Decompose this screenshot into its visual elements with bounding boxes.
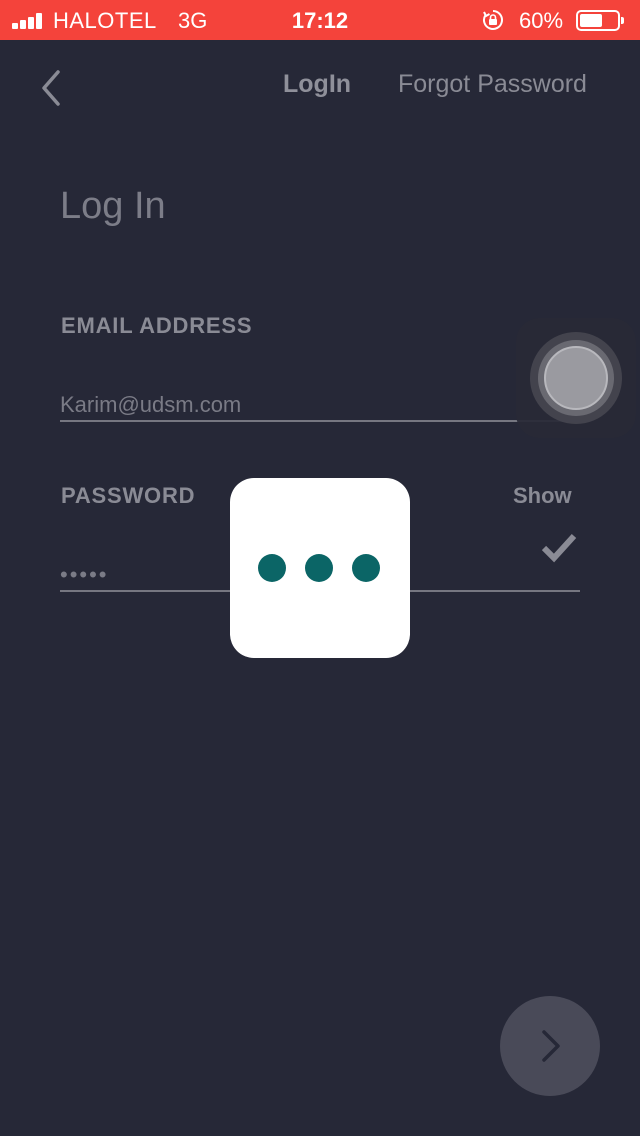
status-bar: HALOTEL 3G 17:12 60% [0, 0, 640, 40]
loading-dot [305, 554, 333, 582]
rotation-lock-icon [483, 10, 503, 30]
tab-forgot-password[interactable]: Forgot Password [398, 70, 587, 99]
loading-dot [258, 554, 286, 582]
show-password-toggle[interactable]: Show [513, 483, 572, 509]
checkmark-icon [541, 533, 577, 563]
email-field[interactable] [60, 390, 580, 422]
page-title: Log In [60, 185, 166, 227]
email-label: EMAIL ADDRESS [61, 313, 253, 338]
battery-icon [576, 10, 624, 31]
chevron-right-icon [542, 1030, 560, 1062]
battery-percentage: 60% [519, 8, 564, 33]
chevron-left-icon [42, 70, 60, 106]
tab-login[interactable]: LogIn [283, 70, 351, 99]
password-label: PASSWORD [61, 483, 196, 508]
loading-dot [352, 554, 380, 582]
back-button[interactable] [36, 66, 68, 110]
loading-indicator [230, 478, 410, 658]
assistive-touch-button[interactable] [516, 318, 636, 438]
next-button[interactable] [500, 996, 600, 1096]
